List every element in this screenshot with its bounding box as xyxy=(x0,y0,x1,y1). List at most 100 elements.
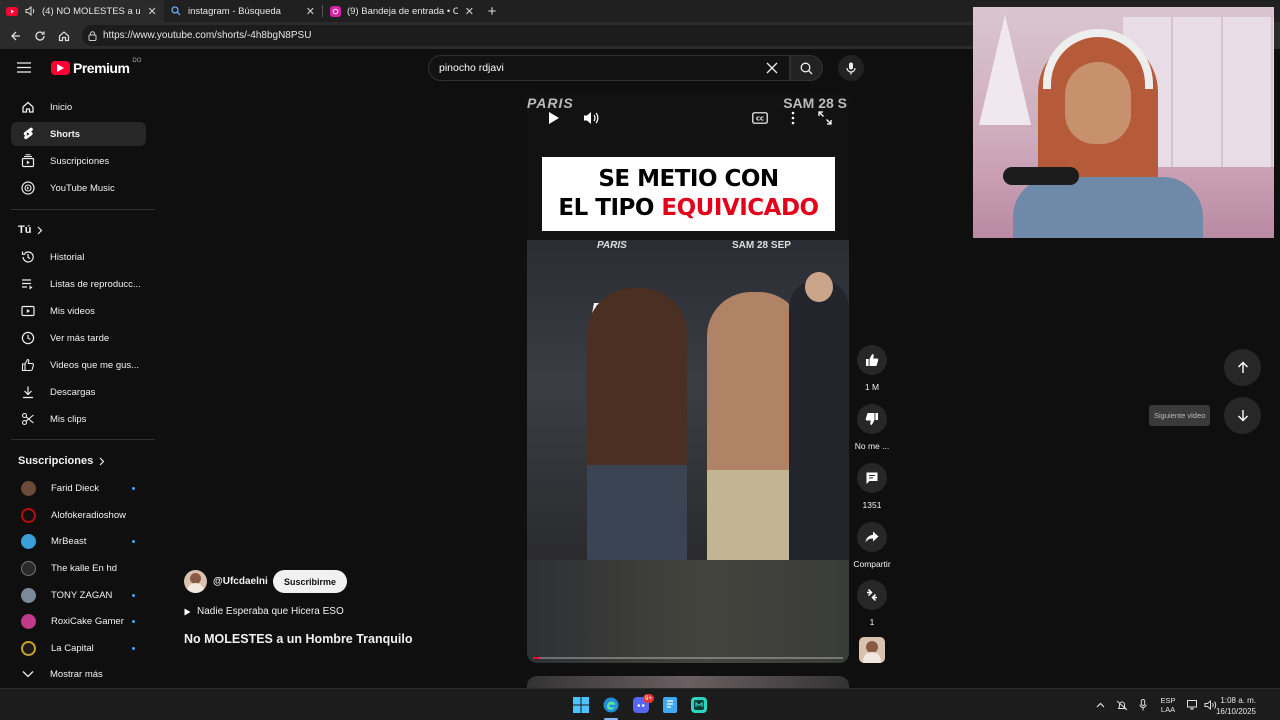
chevron-up-icon xyxy=(1096,702,1104,708)
tray-overflow-button[interactable] xyxy=(1093,689,1107,720)
tray-clock[interactable]: 1:08 a. m. 16/10/2025 xyxy=(1216,695,1256,717)
start-button[interactable] xyxy=(572,696,590,714)
taskbar-file-app[interactable] xyxy=(661,696,679,714)
volume-icon xyxy=(1204,700,1216,710)
play-button[interactable] xyxy=(544,108,564,128)
sidebar-sub-la-capital[interactable]: La Capital xyxy=(11,636,146,660)
tab-title: instagram - Búsqueda xyxy=(188,5,281,17)
play-icon xyxy=(549,112,559,124)
sidebar-item-label: Shorts xyxy=(50,128,81,140)
microphone-arm xyxy=(1003,167,1079,185)
progress-bar[interactable] xyxy=(533,657,843,659)
sidebar-subscriptions-heading[interactable]: Suscripciones xyxy=(18,455,105,467)
close-tab-icon[interactable]: ✕ xyxy=(305,5,316,18)
video-overlay-text: SAM 28 SEP xyxy=(732,240,791,251)
sidebar-sub-the-kalle[interactable]: The kalle En hd xyxy=(11,556,146,580)
comments-action[interactable]: 1351 xyxy=(850,463,894,510)
sidebar-you-heading[interactable]: Tú xyxy=(18,224,43,236)
video-title[interactable]: No MOLESTES a un Hombre Tranquilo xyxy=(184,632,413,646)
dislike-button[interactable] xyxy=(857,404,887,434)
like-icon xyxy=(21,358,35,372)
sidebar-item-mis-clips[interactable]: Mis clips xyxy=(11,407,146,431)
like-button[interactable] xyxy=(857,345,887,375)
sidebar-sub-alofokeradioshow[interactable]: Alofokeradioshow xyxy=(11,503,146,527)
taskbar-app[interactable] xyxy=(690,696,708,714)
short-video-player[interactable]: PARIS SAM 28 S CC SE METIO CON EL TIPO E… xyxy=(527,93,849,663)
browser-tab-instagram-chats[interactable]: (9) Bandeja de entrada • Chats ✕ xyxy=(323,0,481,22)
sidebar-show-more[interactable]: Mostrar más xyxy=(11,662,146,686)
share-button[interactable] xyxy=(857,522,887,552)
sidebar-item-mis-videos[interactable]: Mis videos xyxy=(11,299,146,323)
dislike-action[interactable]: No me ... xyxy=(850,404,894,451)
browser-tab-instagram-search[interactable]: instagram - Búsqueda ✕ xyxy=(164,0,322,22)
reload-button[interactable] xyxy=(28,24,52,48)
sidebar-item-youtube-music[interactable]: YouTube Music xyxy=(11,176,146,200)
sidebar-item-listas[interactable]: Listas de reproducc... xyxy=(11,272,146,296)
close-tab-icon[interactable]: ✕ xyxy=(464,5,475,18)
voice-search-button[interactable] xyxy=(838,55,864,81)
fullscreen-button[interactable] xyxy=(815,108,835,128)
back-button[interactable] xyxy=(4,24,28,48)
sidebar-divider xyxy=(11,439,155,440)
comment-icon xyxy=(866,472,878,484)
close-tab-icon[interactable]: ✕ xyxy=(146,5,158,18)
speaker-icon[interactable] xyxy=(24,5,36,17)
sidebar-item-historial[interactable]: Historial xyxy=(11,245,146,269)
tray-notifications-muted[interactable] xyxy=(1114,689,1130,720)
home-icon xyxy=(21,100,35,114)
captions-button[interactable]: CC xyxy=(750,108,770,128)
sidebar-item-label: Suscripciones xyxy=(50,155,110,167)
tray-network[interactable] xyxy=(1185,689,1201,720)
next-short-preview[interactable] xyxy=(527,676,849,688)
menu-button[interactable] xyxy=(17,60,31,78)
taskbar-edge[interactable] xyxy=(602,696,620,714)
comments-button[interactable] xyxy=(857,463,887,493)
previous-video-button[interactable] xyxy=(1224,349,1261,386)
tray-microphone[interactable] xyxy=(1136,689,1150,720)
sidebar-item-descargas[interactable]: Descargas xyxy=(11,380,146,404)
share-action[interactable]: Compartir xyxy=(850,522,894,569)
subscribe-button[interactable]: Suscribirme xyxy=(273,570,348,593)
clear-search-button[interactable] xyxy=(762,59,782,77)
sidebar-item-videos-que-me-gustan[interactable]: Videos que me gus... xyxy=(11,353,146,377)
sidebar-item-shorts[interactable]: Shorts xyxy=(11,122,146,146)
channel-name[interactable]: @Ufcdaelni xyxy=(213,576,268,587)
new-tab-button[interactable]: + xyxy=(481,3,503,20)
sidebar-sub-mrbeast[interactable]: MrBeast xyxy=(11,529,146,553)
more-options-button[interactable] xyxy=(783,108,803,128)
remix-action[interactable]: 1 xyxy=(850,580,894,627)
url-field[interactable]: https://www.youtube.com/shorts/-4h8bgN8P… xyxy=(82,25,982,46)
new-content-dot xyxy=(132,593,135,597)
like-action[interactable]: 1 M xyxy=(850,345,894,392)
browser-tab-youtube[interactable]: (4) NO MOLESTES a un Hombre ✕ xyxy=(0,0,164,22)
my-videos-icon xyxy=(21,304,35,318)
music-info[interactable]: Nadie Esperaba que Hicera ESO xyxy=(184,606,344,617)
sidebar-item-inicio[interactable]: Inicio xyxy=(11,95,146,119)
sidebar-sub-farid-dieck[interactable]: Farid Dieck xyxy=(11,476,146,500)
sidebar-sub-roxicake-gamer[interactable]: RoxiCake Gamer xyxy=(11,609,146,633)
clips-icon xyxy=(21,412,35,426)
channel-avatar xyxy=(21,613,36,629)
search-button[interactable] xyxy=(790,55,823,81)
youtube-premium-logo[interactable]: Premium DO xyxy=(51,58,141,76)
comment-count: 1351 xyxy=(862,500,882,510)
audio-thumbnail[interactable] xyxy=(859,637,885,663)
sidebar-sub-tony-zagan[interactable]: TONY ZAGAN xyxy=(11,583,146,607)
audio-source-action[interactable] xyxy=(850,637,894,663)
sidebar-item-label: La Capital xyxy=(51,642,94,654)
volume-button[interactable] xyxy=(581,108,601,128)
home-button[interactable] xyxy=(52,24,76,48)
dislike-label: No me ... xyxy=(854,441,890,451)
play-small-icon xyxy=(184,608,191,615)
tray-language[interactable]: ESP LAA xyxy=(1156,689,1180,720)
referee xyxy=(789,272,849,560)
sidebar-item-label: The kalle En hd xyxy=(51,562,118,574)
remix-button[interactable] xyxy=(857,580,887,610)
video-top-region: PARIS SAM 28 S CC SE METIO CON EL TIPO E… xyxy=(527,93,849,240)
sidebar-item-suscripciones[interactable]: Suscripciones xyxy=(11,149,146,173)
next-video-button[interactable] xyxy=(1224,397,1261,434)
search-input[interactable]: pinocho rdjavi xyxy=(428,55,790,81)
sidebar-item-ver-mas-tarde[interactable]: Ver más tarde xyxy=(11,326,146,350)
channel-avatar[interactable] xyxy=(184,570,207,593)
close-icon xyxy=(766,62,778,74)
